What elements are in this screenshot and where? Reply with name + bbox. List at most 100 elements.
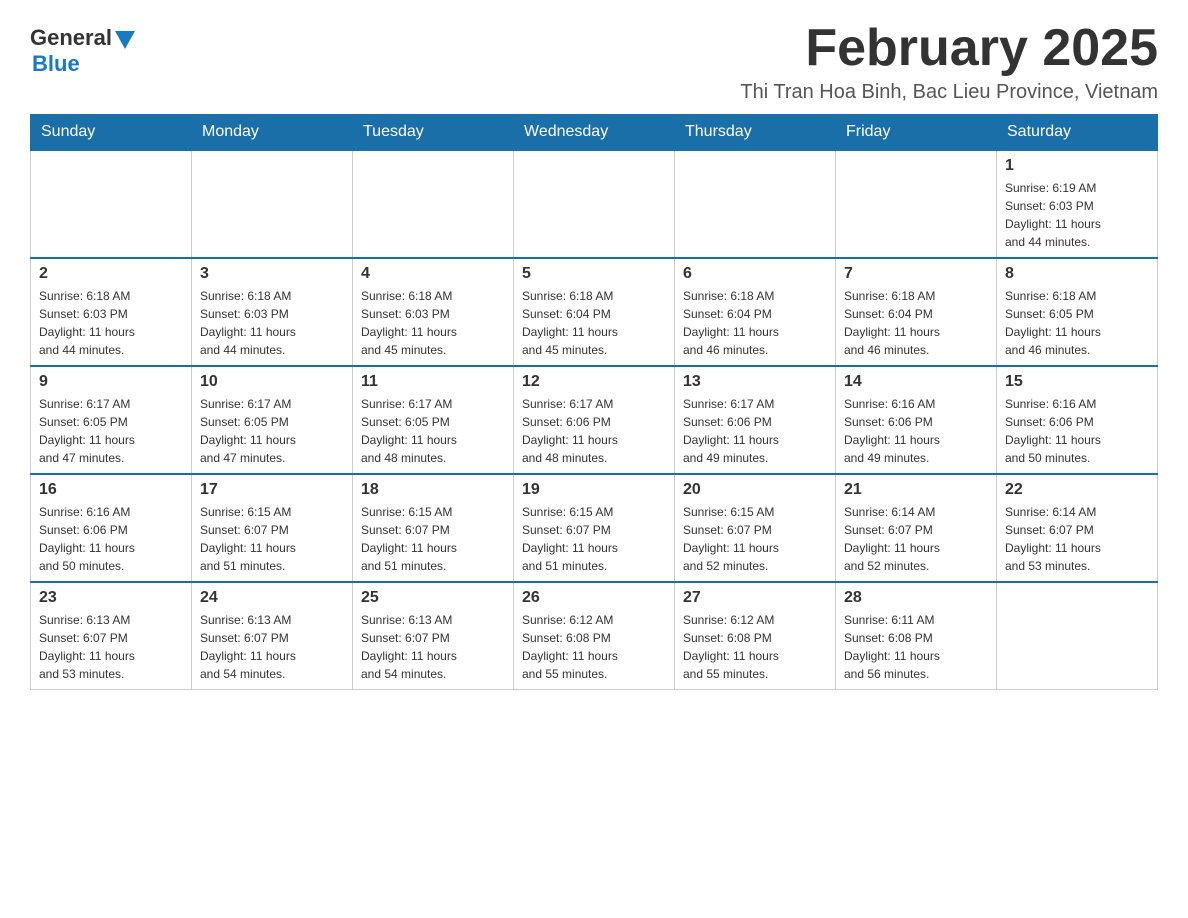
table-row: 23 Sunrise: 6:13 AM Sunset: 6:07 PM Dayli…: [31, 582, 192, 690]
day-info: Sunrise: 6:18 AM Sunset: 6:03 PM Dayligh…: [39, 287, 183, 359]
table-row: 21 Sunrise: 6:14 AM Sunset: 6:07 PM Dayli…: [836, 474, 997, 582]
calendar-week-5: 23 Sunrise: 6:13 AM Sunset: 6:07 PM Dayli…: [31, 582, 1158, 690]
day-info: Sunrise: 6:17 AM Sunset: 6:06 PM Dayligh…: [522, 395, 666, 467]
header-friday: Friday: [836, 115, 997, 151]
page-header: General Blue February 2025 Thi Tran Hoa …: [30, 20, 1158, 104]
day-number: 1: [1005, 157, 1149, 175]
day-info: Sunrise: 6:17 AM Sunset: 6:05 PM Dayligh…: [39, 395, 183, 467]
table-row: 24 Sunrise: 6:13 AM Sunset: 6:07 PM Dayli…: [192, 582, 353, 690]
day-info: Sunrise: 6:15 AM Sunset: 6:07 PM Dayligh…: [200, 503, 344, 575]
table-row: 28 Sunrise: 6:11 AM Sunset: 6:08 PM Dayli…: [836, 582, 997, 690]
table-row: 12 Sunrise: 6:17 AM Sunset: 6:06 PM Dayli…: [514, 366, 675, 474]
day-info: Sunrise: 6:18 AM Sunset: 6:04 PM Dayligh…: [844, 287, 988, 359]
day-number: 22: [1005, 481, 1149, 499]
table-row: 18 Sunrise: 6:15 AM Sunset: 6:07 PM Dayli…: [353, 474, 514, 582]
header-monday: Monday: [192, 115, 353, 151]
calendar-header-row: Sunday Monday Tuesday Wednesday Thursday…: [31, 115, 1158, 151]
day-info: Sunrise: 6:17 AM Sunset: 6:05 PM Dayligh…: [361, 395, 505, 467]
day-number: 21: [844, 481, 988, 499]
logo-triangle-icon: [115, 31, 135, 49]
table-row: 25 Sunrise: 6:13 AM Sunset: 6:07 PM Dayli…: [353, 582, 514, 690]
day-info: Sunrise: 6:12 AM Sunset: 6:08 PM Dayligh…: [683, 611, 827, 683]
day-number: 4: [361, 265, 505, 283]
logo: General Blue: [30, 20, 135, 77]
day-number: 10: [200, 373, 344, 391]
day-info: Sunrise: 6:13 AM Sunset: 6:07 PM Dayligh…: [200, 611, 344, 683]
calendar-week-1: 1 Sunrise: 6:19 AM Sunset: 6:03 PM Daylig…: [31, 150, 1158, 258]
day-number: 27: [683, 589, 827, 607]
day-number: 23: [39, 589, 183, 607]
header-thursday: Thursday: [675, 115, 836, 151]
title-section: February 2025 Thi Tran Hoa Binh, Bac Lie…: [740, 20, 1158, 104]
calendar-week-4: 16 Sunrise: 6:16 AM Sunset: 6:06 PM Dayli…: [31, 474, 1158, 582]
header-wednesday: Wednesday: [514, 115, 675, 151]
day-info: Sunrise: 6:18 AM Sunset: 6:03 PM Dayligh…: [200, 287, 344, 359]
month-title: February 2025: [740, 20, 1158, 77]
logo-general-text: General: [30, 25, 112, 51]
day-info: Sunrise: 6:12 AM Sunset: 6:08 PM Dayligh…: [522, 611, 666, 683]
day-number: 2: [39, 265, 183, 283]
table-row: [514, 150, 675, 258]
day-number: 28: [844, 589, 988, 607]
day-number: 5: [522, 265, 666, 283]
table-row: [997, 582, 1158, 690]
day-info: Sunrise: 6:15 AM Sunset: 6:07 PM Dayligh…: [361, 503, 505, 575]
day-number: 16: [39, 481, 183, 499]
day-info: Sunrise: 6:13 AM Sunset: 6:07 PM Dayligh…: [39, 611, 183, 683]
day-number: 19: [522, 481, 666, 499]
day-info: Sunrise: 6:16 AM Sunset: 6:06 PM Dayligh…: [39, 503, 183, 575]
table-row: 14 Sunrise: 6:16 AM Sunset: 6:06 PM Dayli…: [836, 366, 997, 474]
table-row: 15 Sunrise: 6:16 AM Sunset: 6:06 PM Dayli…: [997, 366, 1158, 474]
day-number: 3: [200, 265, 344, 283]
day-info: Sunrise: 6:18 AM Sunset: 6:04 PM Dayligh…: [683, 287, 827, 359]
table-row: 10 Sunrise: 6:17 AM Sunset: 6:05 PM Dayli…: [192, 366, 353, 474]
day-number: 13: [683, 373, 827, 391]
day-info: Sunrise: 6:13 AM Sunset: 6:07 PM Dayligh…: [361, 611, 505, 683]
table-row: 16 Sunrise: 6:16 AM Sunset: 6:06 PM Dayli…: [31, 474, 192, 582]
table-row: [192, 150, 353, 258]
day-info: Sunrise: 6:19 AM Sunset: 6:03 PM Dayligh…: [1005, 179, 1149, 251]
day-info: Sunrise: 6:11 AM Sunset: 6:08 PM Dayligh…: [844, 611, 988, 683]
day-info: Sunrise: 6:14 AM Sunset: 6:07 PM Dayligh…: [844, 503, 988, 575]
day-number: 7: [844, 265, 988, 283]
table-row: 11Sunrise: 6:17 AM Sunset: 6:05 PM Dayli…: [353, 366, 514, 474]
day-number: 9: [39, 373, 183, 391]
day-info: Sunrise: 6:15 AM Sunset: 6:07 PM Dayligh…: [522, 503, 666, 575]
day-number: 17: [200, 481, 344, 499]
day-number: 24: [200, 589, 344, 607]
day-number: 12: [522, 373, 666, 391]
table-row: 7 Sunrise: 6:18 AM Sunset: 6:04 PM Daylig…: [836, 258, 997, 366]
table-row: 8Sunrise: 6:18 AM Sunset: 6:05 PM Daylig…: [997, 258, 1158, 366]
day-number: 14: [844, 373, 988, 391]
calendar-week-3: 9 Sunrise: 6:17 AM Sunset: 6:05 PM Daylig…: [31, 366, 1158, 474]
table-row: [353, 150, 514, 258]
day-info: Sunrise: 6:16 AM Sunset: 6:06 PM Dayligh…: [1005, 395, 1149, 467]
logo-blue-text: Blue: [32, 51, 80, 77]
table-row: [836, 150, 997, 258]
day-number: 25: [361, 589, 505, 607]
table-row: 1 Sunrise: 6:19 AM Sunset: 6:03 PM Daylig…: [997, 150, 1158, 258]
table-row: 6Sunrise: 6:18 AM Sunset: 6:04 PM Daylig…: [675, 258, 836, 366]
day-number: 18: [361, 481, 505, 499]
table-row: 13Sunrise: 6:17 AM Sunset: 6:06 PM Dayli…: [675, 366, 836, 474]
day-info: Sunrise: 6:16 AM Sunset: 6:06 PM Dayligh…: [844, 395, 988, 467]
header-sunday: Sunday: [31, 115, 192, 151]
table-row: [675, 150, 836, 258]
table-row: 19 Sunrise: 6:15 AM Sunset: 6:07 PM Dayli…: [514, 474, 675, 582]
day-info: Sunrise: 6:18 AM Sunset: 6:04 PM Dayligh…: [522, 287, 666, 359]
day-info: Sunrise: 6:14 AM Sunset: 6:07 PM Dayligh…: [1005, 503, 1149, 575]
location-subtitle: Thi Tran Hoa Binh, Bac Lieu Province, Vi…: [740, 81, 1158, 104]
table-row: 22 Sunrise: 6:14 AM Sunset: 6:07 PM Dayli…: [997, 474, 1158, 582]
day-info: Sunrise: 6:17 AM Sunset: 6:05 PM Dayligh…: [200, 395, 344, 467]
table-row: 3 Sunrise: 6:18 AM Sunset: 6:03 PM Daylig…: [192, 258, 353, 366]
calendar-week-2: 2 Sunrise: 6:18 AM Sunset: 6:03 PM Daylig…: [31, 258, 1158, 366]
table-row: 17 Sunrise: 6:15 AM Sunset: 6:07 PM Dayli…: [192, 474, 353, 582]
day-number: 26: [522, 589, 666, 607]
day-number: 20: [683, 481, 827, 499]
day-info: Sunrise: 6:18 AM Sunset: 6:03 PM Dayligh…: [361, 287, 505, 359]
day-info: Sunrise: 6:15 AM Sunset: 6:07 PM Dayligh…: [683, 503, 827, 575]
table-row: 9 Sunrise: 6:17 AM Sunset: 6:05 PM Daylig…: [31, 366, 192, 474]
day-number: 15: [1005, 373, 1149, 391]
table-row: 26 Sunrise: 6:12 AM Sunset: 6:08 PM Dayli…: [514, 582, 675, 690]
table-row: 20 Sunrise: 6:15 AM Sunset: 6:07 PM Dayli…: [675, 474, 836, 582]
